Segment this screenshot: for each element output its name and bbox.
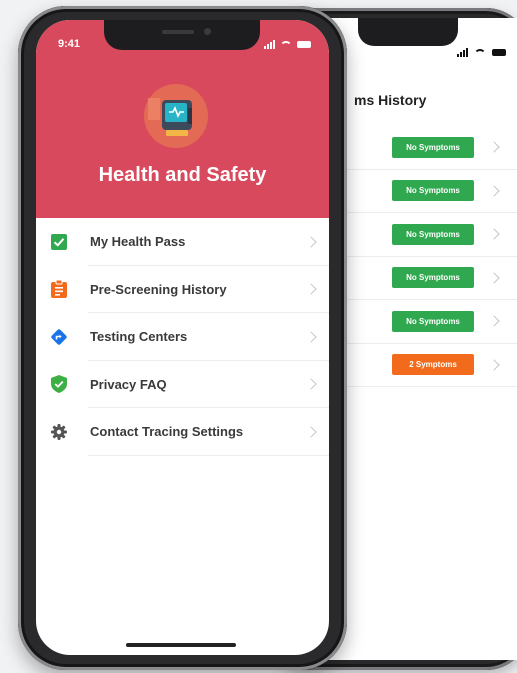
status-badge: No Symptoms — [392, 310, 474, 332]
menu-item-label: Pre-Screening History — [90, 281, 227, 297]
menu-item-label: Testing Centers — [90, 329, 188, 345]
phone-notch — [104, 20, 260, 50]
menu-item-contact-tracing-settings[interactable]: Contact Tracing Settings — [36, 408, 329, 456]
wifi-icon — [474, 48, 486, 57]
menu-item-testing-centers[interactable]: Testing Centers — [36, 313, 329, 361]
battery-icon — [297, 41, 311, 48]
history-row[interactable]: No Symptoms — [338, 213, 517, 257]
header: 9:41 Health and Safety — [36, 20, 329, 218]
history-row[interactable]: No Symptoms — [338, 126, 517, 170]
chevron-right-icon — [488, 359, 500, 371]
page-title: Health and Safety — [98, 164, 267, 186]
menu-list: My Health Pass Pre-Screening History Tes… — [36, 218, 329, 456]
history-list: No Symptoms No Symptoms No Symptoms No S… — [338, 126, 517, 387]
history-row[interactable]: 2 Symptoms — [338, 344, 517, 387]
chevron-right-icon — [305, 236, 317, 248]
chevron-right-icon — [488, 141, 500, 153]
menu-item-privacy-faq[interactable]: Privacy FAQ — [36, 361, 329, 409]
chevron-right-icon — [488, 185, 500, 197]
front-phone-screen: 9:41 Health and Safety My Health Pass Pr… — [36, 20, 329, 655]
home-indicator — [126, 643, 236, 647]
status-time: 9:41 — [58, 38, 81, 50]
status-bar — [264, 40, 311, 49]
back-phone-notch — [358, 18, 458, 46]
history-row[interactable]: No Symptoms — [338, 257, 517, 300]
back-status-bar — [457, 48, 506, 57]
battery-icon — [492, 49, 506, 56]
menu-item-label: Contact Tracing Settings — [90, 424, 244, 440]
clipboard-icon — [50, 280, 68, 299]
menu-item-label: Privacy FAQ — [90, 376, 167, 392]
menu-item-label: My Health Pass — [90, 234, 186, 250]
history-row[interactable]: No Symptoms — [338, 300, 517, 344]
signal-icon — [264, 40, 275, 49]
menu-item-my-health-pass[interactable]: My Health Pass — [36, 218, 329, 266]
stage: ms History No Symptoms No Symptoms No Sy… — [0, 0, 517, 673]
status-badge: 2 Symptoms — [392, 354, 474, 376]
chevron-right-icon — [305, 426, 317, 438]
wifi-icon — [280, 40, 292, 49]
menu-item-pre-screening-history[interactable]: Pre-Screening History — [36, 266, 329, 314]
status-badge: No Symptoms — [392, 223, 474, 245]
checkbox-icon — [50, 233, 68, 251]
chevron-right-icon — [305, 283, 317, 295]
camera-dot — [204, 28, 211, 35]
chevron-right-icon — [305, 331, 317, 343]
status-badge: No Symptoms — [392, 267, 474, 289]
directions-icon — [50, 328, 68, 346]
status-badge: No Symptoms — [392, 180, 474, 202]
history-title: ms History — [354, 92, 427, 108]
chevron-right-icon — [305, 378, 317, 390]
speaker-grille — [162, 30, 194, 34]
status-badge: No Symptoms — [392, 136, 474, 158]
front-phone: 9:41 Health and Safety My Health Pass Pr… — [18, 6, 347, 670]
monitor-icon — [144, 84, 208, 148]
history-row[interactable]: No Symptoms — [338, 170, 517, 213]
chevron-right-icon — [488, 272, 500, 284]
gear-icon — [50, 423, 68, 441]
signal-icon — [457, 48, 468, 57]
shield-check-icon — [50, 375, 68, 394]
chevron-right-icon — [488, 228, 500, 240]
chevron-right-icon — [488, 315, 500, 327]
